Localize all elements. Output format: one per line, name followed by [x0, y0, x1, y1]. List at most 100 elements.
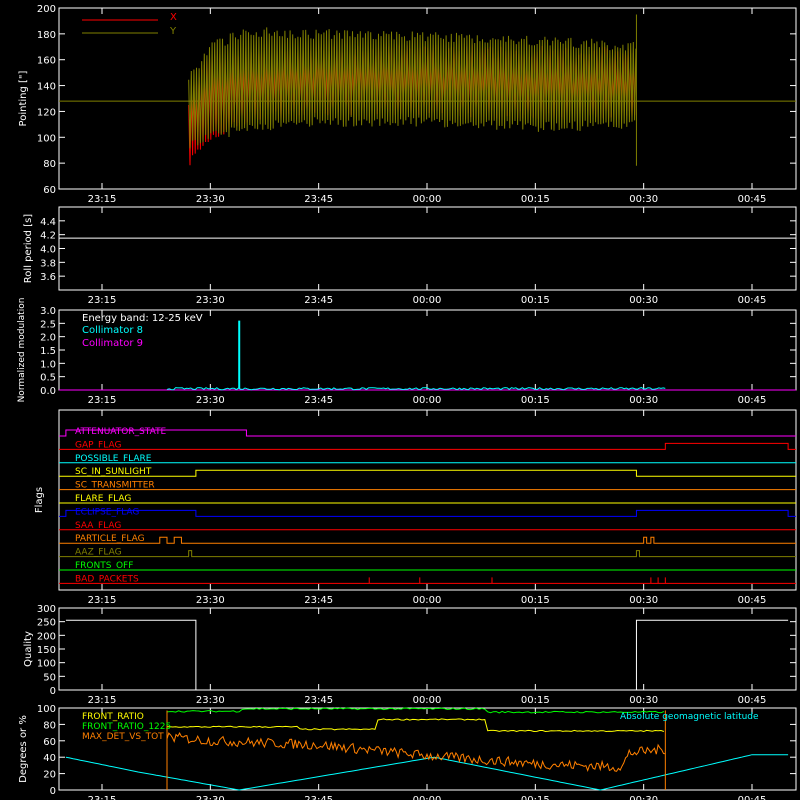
legend-max-det: MAX_DET_VS_TOT — [82, 732, 164, 742]
x-tick-label: 23:30 — [196, 795, 225, 800]
legend-x-label: X — [170, 12, 177, 23]
y-axis-label: Normalized modulation — [17, 298, 27, 403]
flag-line — [59, 550, 796, 558]
x-tick-label: 23:15 — [88, 595, 117, 606]
x-tick-label: 23:30 — [196, 295, 225, 306]
x-tick-label: 23:15 — [88, 395, 117, 406]
flag-label: ATTENUATOR_STATE — [75, 427, 167, 437]
x-tick-label: 00:00 — [413, 795, 442, 800]
x-tick-label: 00:45 — [738, 194, 767, 205]
series-max-det-vs-tot — [166, 732, 666, 773]
flag-line — [59, 536, 796, 544]
x-tick-label: 00:30 — [629, 695, 658, 706]
x-tick-label: 00:45 — [738, 295, 767, 306]
x-tick-label: 00:45 — [738, 695, 767, 706]
y-tick-label: 200 — [37, 631, 56, 642]
x-tick-label: 23:45 — [304, 395, 333, 406]
x-tick-label: 00:00 — [413, 695, 442, 706]
y-tick-label: 250 — [37, 618, 56, 629]
x-tick-label: 00:30 — [629, 194, 658, 205]
flag-line — [59, 469, 796, 477]
x-tick-label: 23:30 — [196, 395, 225, 406]
flag-line — [59, 509, 796, 517]
flag-line — [59, 442, 796, 450]
series-quality — [635, 619, 789, 690]
x-tick-label: 00:00 — [413, 395, 442, 406]
x-tick-label: 23:30 — [196, 194, 225, 205]
x-tick-label: 23:45 — [304, 295, 333, 306]
x-tick-label: 00:45 — [738, 595, 767, 606]
y-tick-label: 2.5 — [40, 319, 56, 330]
series-collimator-8 — [166, 387, 666, 391]
y-tick-label: 3.8 — [40, 258, 56, 269]
y-tick-label: 0.0 — [40, 386, 56, 397]
x-tick-label: 23:45 — [304, 695, 333, 706]
y-axis-label: Roll period [s] — [23, 214, 34, 283]
y-tick-label: 0 — [50, 786, 56, 797]
flag-line — [59, 429, 796, 437]
y-tick-label: 60 — [43, 737, 56, 748]
legend-front-ratio: FRONT_RATIO — [82, 712, 144, 722]
x-tick-label: 00:15 — [521, 795, 550, 800]
y-tick-label: 100 — [37, 133, 56, 144]
x-tick-label: 23:30 — [196, 695, 225, 706]
legend-y-label: Y — [169, 26, 177, 37]
x-tick-label: 00:15 — [521, 595, 550, 606]
x-tick-label: 00:00 — [413, 295, 442, 306]
y-tick-label: 150 — [37, 645, 56, 656]
y-tick-label: 300 — [37, 604, 56, 615]
x-tick-label: 00:15 — [521, 395, 550, 406]
y-tick-label: 3.6 — [40, 272, 56, 283]
x-tick-label: 00:15 — [521, 194, 550, 205]
y-tick-label: 2.0 — [40, 333, 56, 344]
x-tick-label: 23:45 — [304, 194, 333, 205]
y-axis-label: Quality — [23, 631, 34, 667]
quicklook-chart: 23:15 23:30 23:45 00:00 00:15 00:30 00:45 60 80 1… — [17, 4, 797, 800]
x-tick-label: 00:15 — [521, 695, 550, 706]
y-tick-label: 4.2 — [40, 231, 56, 242]
legend-collimator-9: Collimator 9 — [82, 338, 143, 349]
panel-1: 23:15 23:30 23:45 00:00 00:15 00:30 00:45 3.6 3.… — [40, 206, 797, 306]
y-tick-label: 100 — [37, 704, 56, 715]
y-tick-label: 4.4 — [40, 217, 56, 228]
x-tick-label: 23:45 — [304, 795, 333, 800]
legend-front-ratio-1225: FRONT_RATIO_1225 — [82, 722, 171, 732]
x-tick-label: 00:45 — [738, 395, 767, 406]
y-tick-label: 100 — [37, 659, 56, 670]
legend-energy-band: Energy band: 12-25 keV — [82, 313, 203, 324]
flag-label: ECLIPSE_FLAG — [75, 507, 139, 517]
series-y-pointing — [188, 27, 637, 149]
x-tick-label: 00:30 — [629, 295, 658, 306]
x-tick-label: 00:30 — [629, 595, 658, 606]
panel-0: 23:15 23:30 23:45 00:00 00:15 00:30 00:45 60 80 1… — [37, 4, 797, 205]
y-tick-label: 200 — [37, 4, 56, 15]
series-front-ratio-1225 — [166, 707, 665, 714]
y-axis-label: Flags — [34, 487, 45, 513]
panel-5: 23:15 23:30 23:45 00:00 00:15 00:30 00:45 0 20 40… — [37, 704, 797, 800]
y-tick-label: 20 — [43, 770, 56, 781]
legend-geomag: Absolute geomagnetic latitude — [620, 712, 759, 722]
y-tick-label: 1.5 — [40, 346, 56, 357]
y-tick-label: 1.0 — [40, 359, 56, 370]
panel-3: 23:15 23:30 23:45 00:00 00:15 00:30 00:45 ATTEN… — [58, 409, 797, 606]
y-axis-label: Degrees or % — [18, 715, 29, 783]
y-tick-label: 0 — [50, 686, 56, 697]
x-tick-label: 00:45 — [738, 795, 767, 800]
x-tick-label: 23:30 — [196, 595, 225, 606]
y-tick-label: 140 — [37, 82, 56, 93]
x-tick-label: 00:00 — [413, 194, 442, 205]
y-tick-label: 4.0 — [40, 245, 56, 256]
y-tick-label: 120 — [37, 107, 56, 118]
x-tick-label: 23:15 — [88, 295, 117, 306]
x-tick-label: 00:00 — [413, 595, 442, 606]
x-tick-label: 23:15 — [88, 194, 117, 205]
y-tick-label: 160 — [37, 56, 56, 67]
y-tick-label: 50 — [43, 672, 56, 683]
y-tick-label: 180 — [37, 30, 56, 41]
y-tick-label: 80 — [43, 159, 56, 170]
series-front-ratio — [167, 718, 665, 733]
x-tick-label: 00:30 — [629, 395, 658, 406]
y-tick-label: 40 — [43, 753, 56, 764]
legend-collimator-8: Collimator 8 — [82, 325, 143, 336]
x-tick-label: 23:15 — [88, 795, 117, 800]
